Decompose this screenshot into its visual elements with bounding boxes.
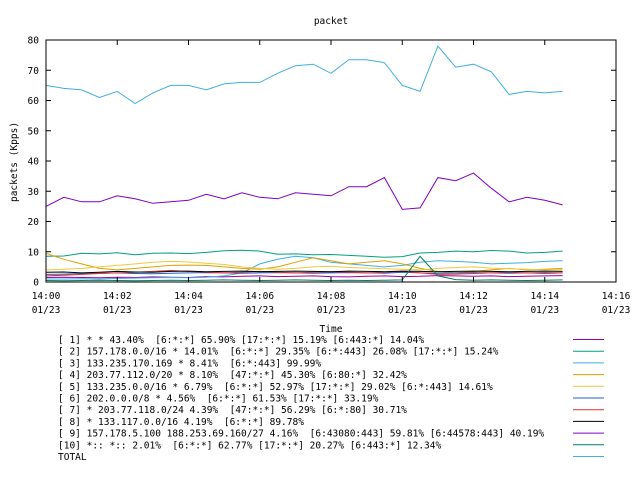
x-tick-date-label: 01/23 (459, 305, 488, 316)
x-tick-time-label: 14:14 (530, 291, 559, 302)
y-tick-label: 10 (28, 247, 40, 258)
y-tick-label: 80 (28, 36, 40, 47)
y-tick-label: 70 (28, 66, 40, 77)
y-tick-label: 40 (28, 157, 40, 168)
x-tick-time-label: 14:08 (317, 291, 346, 302)
series-line-1 (45, 275, 563, 279)
y-tick-label: 0 (33, 278, 39, 289)
legend-label: [ 7] * 203.77.118.0/24 4.39% [47:*:*] 56… (58, 405, 407, 416)
chart-title: packet (314, 16, 348, 27)
x-tick-date-label: 01/23 (32, 305, 61, 316)
y-axis-label: packets (Kpps) (9, 122, 20, 202)
x-tick-date-label: 01/23 (602, 305, 631, 316)
y-axis-ticks: 0 10 20 30 40 50 60 70 80 (28, 36, 616, 289)
x-tick-time-label: 14:16 (602, 291, 631, 302)
x-tick-date-label: 01/23 (530, 305, 559, 316)
legend-label: [ 9] 157.178.5.100 188.253.69.160/27 4.1… (58, 429, 544, 440)
legend-label: [ 4] 203.77.112.0/20 * 8.10% [47:*:*] 45… (58, 370, 407, 381)
y-tick-label: 60 (28, 96, 40, 107)
x-axis-label: Time (320, 324, 343, 335)
x-tick-time-label: 14:04 (174, 291, 203, 302)
x-tick-time-label: 14:12 (459, 291, 488, 302)
legend: [ 1] * * 43.40% [6:*:*] 65.90% [17:*:*] … (58, 335, 604, 463)
legend-label: [10] *:: *:: 2.01% [6:*:*] 62.77% [17:*:… (58, 440, 441, 451)
legend-label: [ 2] 157.178.0.0/16 * 14.01% [6:*:*] 29.… (58, 347, 499, 358)
legend-label: TOTAL (58, 452, 87, 463)
x-tick-time-label: 14:10 (388, 291, 417, 302)
series-line-11 (45, 45, 563, 105)
x-tick-date-label: 01/23 (245, 305, 274, 316)
legend-label: [ 3] 133.235.170.169 * 8.41% [6:*:443] 9… (58, 358, 321, 369)
plot-frame (45, 39, 617, 283)
y-tick-label: 30 (28, 187, 40, 198)
x-tick-date-label: 01/23 (174, 305, 203, 316)
series-line-9 (45, 172, 563, 210)
y-tick-label: 20 (28, 217, 40, 228)
x-tick-time-label: 14:06 (245, 291, 274, 302)
legend-label: [ 8] * 133.117.0.0/16 4.19% [6:*:*] 89.7… (58, 417, 304, 428)
x-tick-date-label: 01/23 (388, 305, 417, 316)
x-tick-time-label: 14:02 (103, 291, 132, 302)
series-line-2 (45, 249, 563, 258)
legend-label: [ 5] 133.235.0.0/16 * 6.79% [6:*:*] 52.9… (58, 382, 493, 393)
series-line-5 (45, 260, 563, 271)
legend-label: [ 1] * * 43.40% [6:*:*] 65.90% [17:*:*] … (58, 335, 424, 346)
y-tick-label: 50 (28, 126, 40, 137)
legend-label: [ 6] 202.0.0.0/8 * 4.56% [6:*:*] 61.53% … (58, 394, 379, 405)
x-tick-time-label: 14:00 (32, 291, 61, 302)
packet-chart: packet packets (Kpps) Time 0 10 20 30 40 50 60… (9, 16, 631, 463)
plot-lines (45, 45, 563, 282)
x-tick-date-label: 01/23 (103, 305, 132, 316)
x-axis-ticks: 14:00 01/23 14:02 01/23 14:04 01/23 14:06 01/23… (32, 40, 631, 316)
x-tick-date-label: 01/23 (317, 305, 346, 316)
